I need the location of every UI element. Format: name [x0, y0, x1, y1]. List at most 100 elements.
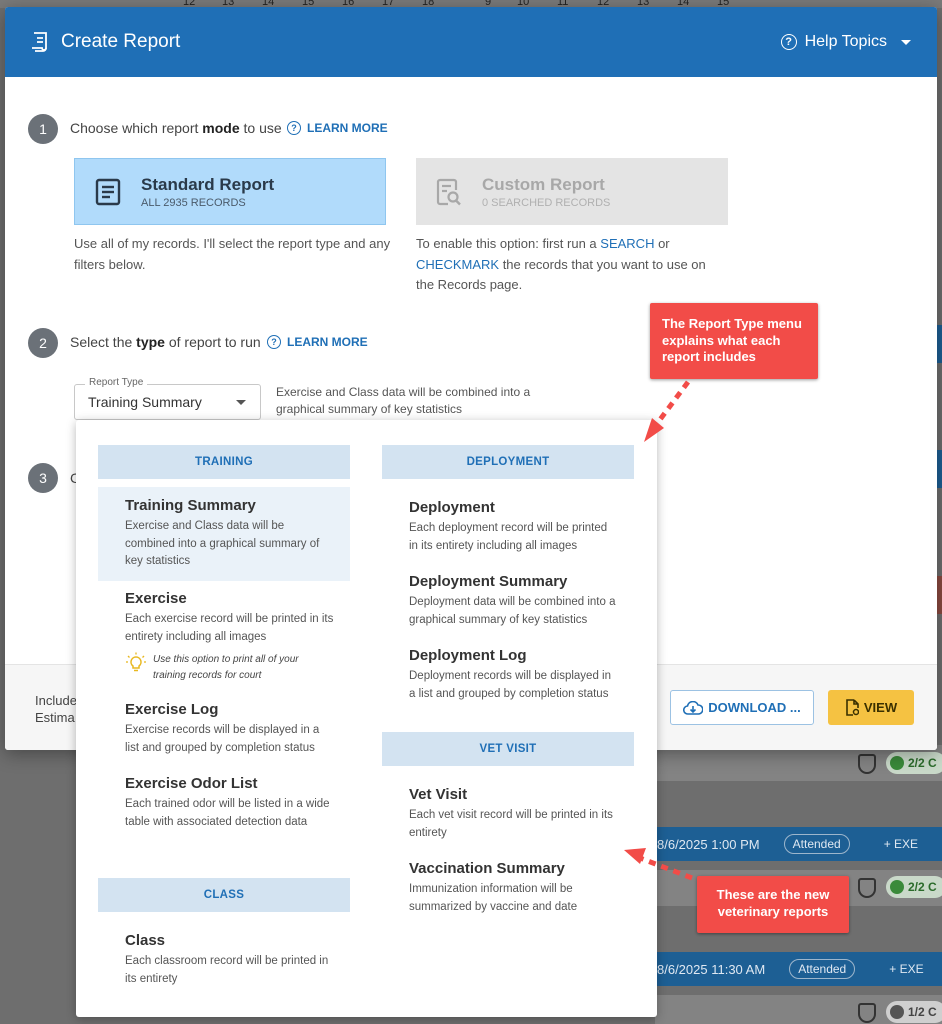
- vet-reports-callout: These are the new veterinary reports: [697, 876, 849, 933]
- background-event-strip: 8/6/2025 1:00 PM Attended + EXE: [655, 827, 942, 861]
- learn-more-type-link[interactable]: ? LEARN MORE: [267, 335, 368, 349]
- menu-item-desc: Each classroom record will be printed in…: [125, 955, 329, 985]
- standard-report-title: Standard Report: [141, 174, 275, 194]
- report-icon: [32, 32, 47, 52]
- menu-item-exercise-log[interactable]: Exercise Log Exercise records will be di…: [98, 691, 350, 767]
- step-2-circle: 2: [28, 328, 58, 358]
- menu-item-deployment[interactable]: Deployment Each deployment record will b…: [382, 489, 634, 565]
- menu-item-name: Exercise Odor List: [125, 775, 258, 792]
- standard-report-description: Use all of my records. I'll select the r…: [74, 236, 391, 272]
- lightbulb-icon: [126, 652, 146, 672]
- report-type-select[interactable]: Report Type Training Summary: [74, 377, 261, 420]
- shield-icon: [858, 754, 876, 774]
- menu-item-vet-visit[interactable]: Vet Visit Each vet visit record will be …: [382, 776, 634, 852]
- report-type-menu: TRAINING Training Summary Exercise and C…: [76, 420, 657, 1017]
- step-2-text: Select the type of report to run: [70, 334, 261, 350]
- modal-title: Create Report: [61, 31, 181, 52]
- document-icon: [95, 178, 121, 205]
- step-3-circle: 3: [28, 463, 58, 493]
- footer-estimate-text: Estima: [35, 710, 75, 725]
- menu-item-desc: Each vet visit record will be printed in…: [409, 809, 613, 839]
- add-exercise-link[interactable]: + EXE: [884, 837, 918, 851]
- event-date: 8/6/2025 11:30 AM: [657, 961, 766, 977]
- learn-more-mode-link[interactable]: ? LEARN MORE: [287, 121, 388, 135]
- step-text-bold: mode: [202, 120, 240, 136]
- step-1-text: Choose which report mode to use: [70, 120, 282, 136]
- exercise-tip: Use this option to print all of your tra…: [125, 652, 350, 683]
- custom-report-title: Custom Report: [482, 174, 605, 194]
- category-training: TRAINING: [98, 445, 350, 479]
- question-circle-icon: ?: [267, 335, 281, 349]
- custom-report-count: 0 SEARCHED RECORDS: [482, 196, 611, 209]
- menu-item-name: Vaccination Summary: [409, 860, 565, 877]
- menu-item-desc: Exercise records will be displayed in a …: [125, 724, 320, 754]
- report-type-value: Training Summary: [88, 394, 202, 410]
- menu-item-desc: Deployment records will be displayed in …: [409, 670, 611, 700]
- menu-item-deployment-log[interactable]: Deployment Log Deployment records will b…: [382, 637, 634, 713]
- menu-item-desc: Deployment data will be combined into a …: [409, 596, 616, 626]
- menu-item-name: Deployment Summary: [409, 573, 568, 590]
- shield-icon: [858, 878, 876, 898]
- step-number: 2: [39, 335, 47, 351]
- status-pill-label: 2/2 C: [908, 756, 937, 770]
- add-exercise-link[interactable]: + EXE: [889, 962, 923, 976]
- question-circle-icon: ?: [287, 121, 301, 135]
- menu-item-desc: Each trained odor will be listed in a wi…: [125, 798, 330, 828]
- download-button[interactable]: DOWNLOAD ...: [670, 690, 814, 725]
- menu-item-name: Class: [125, 932, 166, 949]
- standard-report-count: ALL 2935 RECORDS: [141, 196, 246, 209]
- menu-item-name: Training Summary: [125, 497, 256, 514]
- modal-header: Create Report ? Help Topics: [5, 7, 937, 77]
- step-text-part: Select the: [70, 334, 137, 350]
- category-deployment: DEPLOYMENT: [382, 445, 634, 479]
- menu-item-exercise-odor-list[interactable]: Exercise Odor List Each trained odor wil…: [98, 765, 350, 841]
- custom-report-description: To enable this option: first run a SEARC…: [416, 234, 726, 296]
- step-text-part: Choose which report: [70, 120, 203, 136]
- custom-desc-text: To enable this option: first run a: [416, 236, 601, 251]
- menu-item-desc: Immunization information will be summari…: [409, 883, 578, 913]
- menu-item-training-summary[interactable]: Training Summary Exercise and Class data…: [98, 487, 350, 581]
- help-topics-button[interactable]: ? Help Topics: [780, 33, 911, 51]
- category-class: CLASS: [98, 878, 350, 912]
- menu-item-class[interactable]: Class Each classroom record will be prin…: [98, 922, 350, 998]
- status-pill: 2/2 C: [886, 752, 942, 774]
- help-topics-label: Help Topics: [804, 33, 887, 50]
- report-type-callout: The Report Type menu explains what each …: [650, 303, 818, 379]
- search-link[interactable]: SEARCH: [600, 236, 654, 251]
- standard-report-card[interactable]: Standard Report ALL 2935 RECORDS: [74, 158, 386, 225]
- menu-item-name: Vet Visit: [409, 786, 468, 803]
- step-text-part: to use: [239, 120, 282, 136]
- menu-item-exercise[interactable]: Exercise Each exercise record will be pr…: [98, 580, 350, 693]
- category-vet-visit: VET VISIT: [382, 732, 634, 766]
- learn-more-label: LEARN MORE: [287, 335, 368, 349]
- menu-item-name: Exercise Log: [125, 701, 219, 718]
- question-circle-icon: ?: [780, 34, 797, 50]
- menu-item-vaccination-summary[interactable]: Vaccination Summary Immunization informa…: [382, 850, 634, 926]
- step-number: 1: [39, 121, 47, 137]
- menu-item-desc: Each exercise record will be printed in …: [125, 613, 334, 643]
- menu-item-name: Deployment: [409, 499, 495, 516]
- status-pill-label: 2/2 C: [908, 880, 937, 894]
- document-view-icon: [846, 699, 859, 716]
- report-type-description: Exercise and Class data will be combined…: [276, 385, 531, 416]
- custom-report-card[interactable]: Custom Report 0 SEARCHED RECORDS: [416, 158, 728, 225]
- report-type-label: Report Type: [85, 377, 148, 388]
- view-button[interactable]: VIEW: [828, 690, 914, 725]
- learn-more-label: LEARN MORE: [307, 121, 388, 135]
- attended-badge: Attended: [783, 834, 850, 854]
- step-text-bold: type: [136, 334, 165, 350]
- step-number: 3: [39, 470, 47, 486]
- status-pill-label: 1/2 C: [908, 1005, 937, 1019]
- background-event-strip: 8/6/2025 11:30 AM Attended + EXE: [655, 952, 942, 986]
- status-pill: 2/2 C: [886, 876, 942, 898]
- status-pill: 1/2 C: [886, 1001, 942, 1023]
- download-label: DOWNLOAD ...: [708, 700, 801, 715]
- document-search-icon: [436, 178, 461, 205]
- menu-item-desc: Each deployment record will be printed i…: [409, 522, 608, 552]
- checkmark-link[interactable]: CHECKMARK: [416, 257, 499, 272]
- exercise-tip-text: Use this option to print all of your tra…: [153, 654, 299, 681]
- menu-item-deployment-summary[interactable]: Deployment Summary Deployment data will …: [382, 563, 634, 639]
- step-text-part: of report to run: [164, 334, 261, 350]
- menu-item-name: Deployment Log: [409, 647, 527, 664]
- custom-desc-text: or: [654, 236, 670, 251]
